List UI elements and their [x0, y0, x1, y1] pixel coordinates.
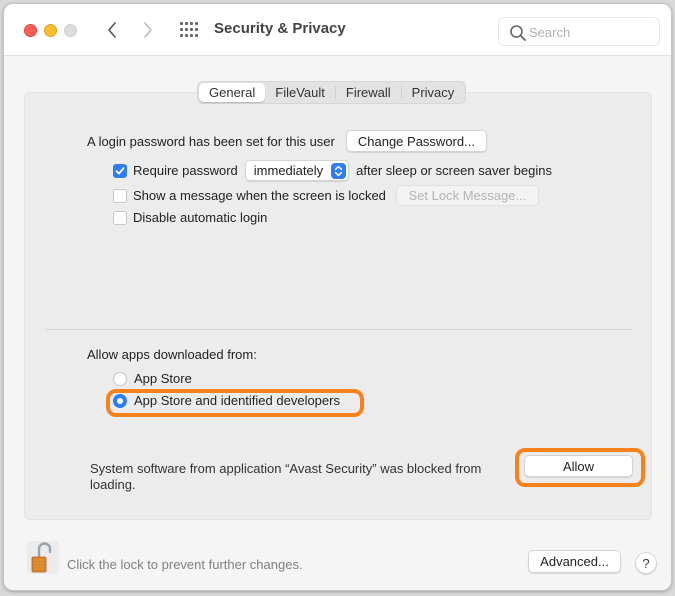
chevron-left-icon	[108, 22, 116, 38]
require-password-delay-value: immediately	[253, 163, 324, 178]
lock-button[interactable]	[27, 541, 59, 574]
unlocked-padlock-icon	[31, 542, 52, 573]
close-window-button[interactable]	[24, 24, 37, 37]
show-message-checkbox[interactable]	[113, 188, 127, 203]
help-button[interactable]: ?	[635, 552, 657, 574]
disable-auto-login-checkbox[interactable]	[113, 210, 127, 225]
security-privacy-window: Security & Privacy General FileVault Fir…	[3, 3, 672, 591]
forward-button[interactable]	[138, 18, 158, 42]
search-input[interactable]	[529, 22, 649, 42]
stepper-icon	[331, 162, 347, 179]
zoom-window-button[interactable]	[64, 24, 77, 37]
login-password-text: A login password has been set for this u…	[87, 133, 335, 149]
show-message-label: Show a message when the screen is locked	[133, 188, 386, 203]
require-password-row: Require password immediately after sleep…	[113, 160, 552, 181]
grid-icon	[180, 22, 200, 38]
tab-filevault[interactable]: FileVault	[265, 83, 335, 102]
blocked-software-message: System software from application “Avast …	[90, 461, 482, 492]
minimize-window-button[interactable]	[44, 24, 57, 37]
highlight-annotation	[515, 448, 645, 487]
login-password-row: A login password has been set for this u…	[87, 130, 487, 152]
checkmark-icon	[115, 166, 125, 174]
search-field[interactable]	[498, 17, 660, 46]
require-password-checkbox[interactable]	[113, 163, 127, 178]
tab-bar: General FileVault Firewall Privacy	[197, 81, 467, 104]
title-bar: Security & Privacy	[4, 4, 671, 56]
show-all-grid-button[interactable]	[180, 22, 200, 38]
require-password-suffix: after sleep or screen saver begins	[356, 163, 552, 178]
tab-firewall[interactable]: Firewall	[336, 83, 401, 102]
change-password-button[interactable]: Change Password...	[345, 130, 487, 152]
radio-app-store[interactable]	[113, 371, 127, 386]
disable-auto-login-label: Disable automatic login	[133, 210, 268, 225]
back-button[interactable]	[102, 18, 122, 42]
tab-general[interactable]: General	[199, 83, 266, 102]
radio-app-store-label: App Store	[134, 371, 192, 386]
tab-privacy[interactable]: Privacy	[402, 83, 465, 102]
section-divider	[46, 329, 632, 330]
disable-auto-login-row: Disable automatic login	[113, 210, 267, 225]
require-password-delay-select[interactable]: immediately	[244, 160, 350, 181]
window-title: Security & Privacy	[214, 20, 346, 37]
require-password-label: Require password	[133, 163, 238, 178]
radio-app-store-row[interactable]: App Store	[113, 371, 192, 386]
lock-hint-text: Click the lock to prevent further change…	[67, 557, 303, 572]
show-message-row: Show a message when the screen is locked…	[113, 185, 539, 206]
search-icon	[510, 25, 526, 41]
allow-apps-heading: Allow apps downloaded from:	[87, 347, 257, 362]
chevron-right-icon	[144, 22, 152, 38]
advanced-button[interactable]: Advanced...	[528, 550, 621, 573]
highlight-annotation	[106, 389, 364, 417]
set-lock-message-button[interactable]: Set Lock Message...	[395, 185, 539, 206]
